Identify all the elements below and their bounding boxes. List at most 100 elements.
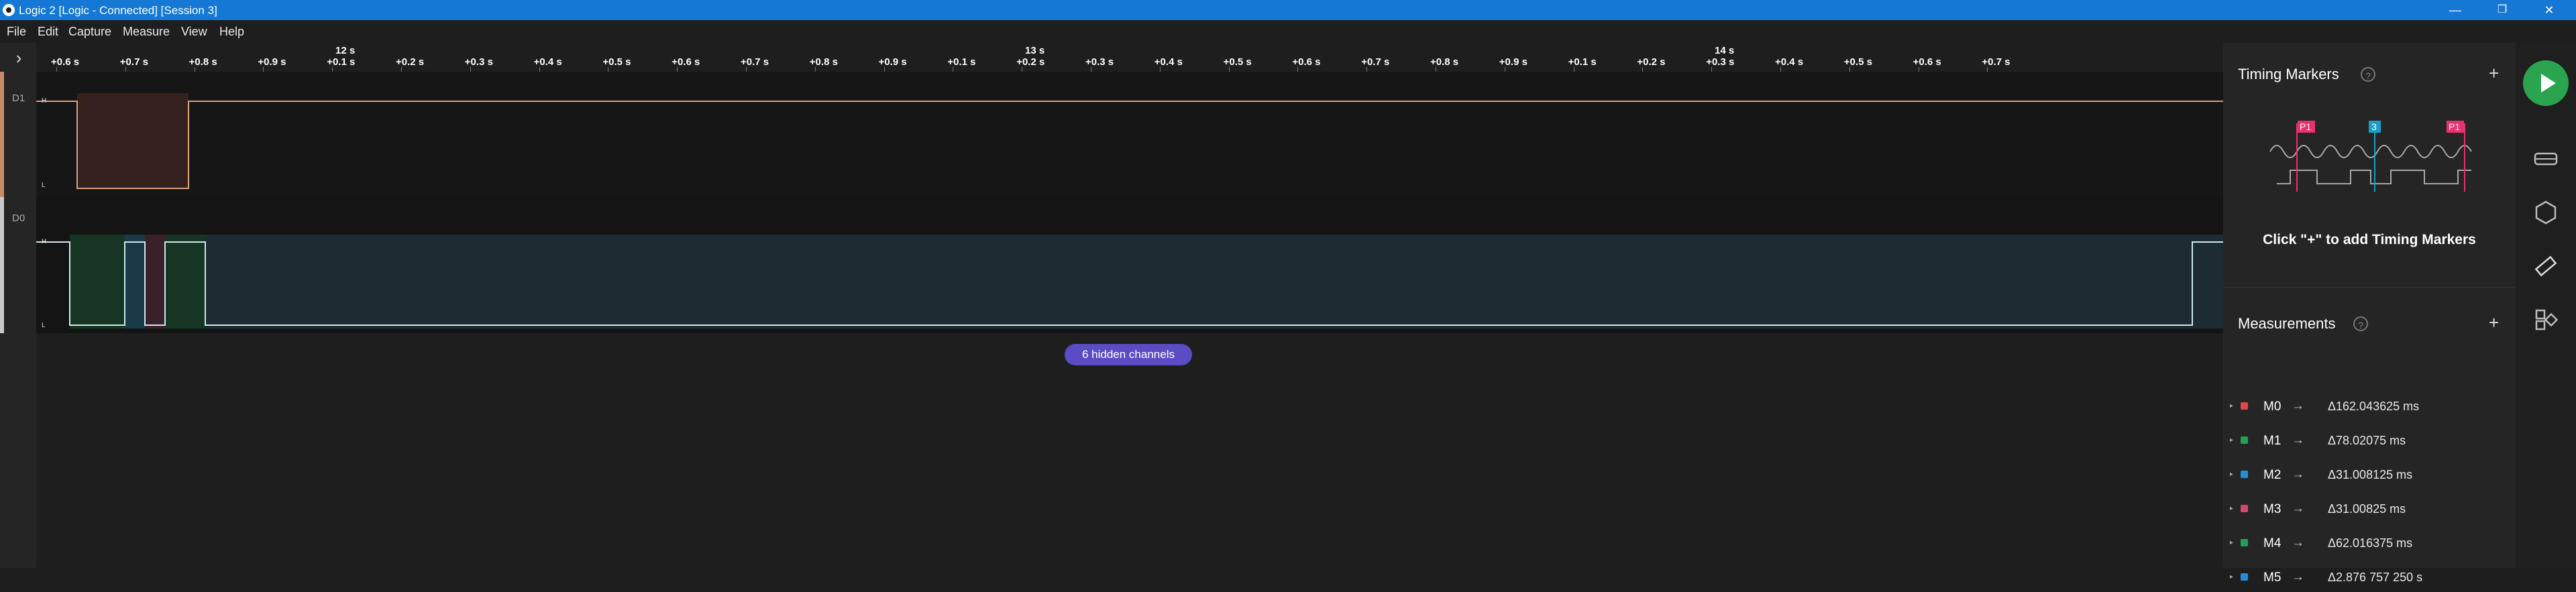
d0-measure-region-m3 (145, 235, 165, 329)
tick-mark (1642, 67, 1644, 72)
right-toolbar (2516, 43, 2576, 568)
measurement-color-swatch (2241, 573, 2248, 581)
tick-label: +0.8 s (1430, 56, 1459, 68)
tick-label: +0.9 s (1499, 56, 1527, 68)
tick-label: +0.2 s (396, 56, 425, 68)
measurement-color-swatch (2241, 436, 2248, 444)
menu-help[interactable]: Help (219, 25, 244, 39)
help-icon[interactable]: ? (2361, 67, 2375, 82)
window-title: Logic 2 [Logic - Connected] [Session 3] (19, 4, 217, 17)
panel-divider (2223, 287, 2516, 288)
measurement-name: M2 (2263, 468, 2282, 482)
tick-label: +0.1 s (947, 56, 976, 68)
d0-measure-region-m4 (165, 235, 205, 329)
hidden-channels-button[interactable]: 6 hidden channels (1065, 344, 1192, 365)
tick-label: +0.4 s (1775, 56, 1804, 68)
menu-bar: File Edit Capture Measure View Help (0, 20, 2576, 43)
arrow-icon: → (2292, 433, 2304, 447)
tick-label: +0.5 s (1223, 56, 1252, 68)
expand-caret-icon[interactable]: ▸ (2230, 505, 2233, 512)
channel-color-rail-d0 (0, 197, 4, 333)
tick-label: +0.6 s (1913, 56, 1941, 68)
channel-color-rail-d1 (0, 72, 4, 197)
measurement-row[interactable]: ▸ M4 → Δ62.016375 ms (2223, 531, 2516, 558)
tick-mark (470, 67, 471, 72)
start-capture-button[interactable] (2523, 60, 2569, 106)
tick-label: +0.5 s (1843, 56, 1872, 68)
tick-label: +0.7 s (1361, 56, 1390, 68)
close-button[interactable]: ✕ (2529, 0, 2569, 20)
measurement-color-swatch (2241, 471, 2248, 478)
measurement-value: Δ31.00825 ms (2328, 502, 2406, 516)
measurement-value: Δ78.02075 ms (2328, 434, 2406, 447)
measurement-value: Δ31.008125 ms (2328, 468, 2413, 481)
add-measurement-icon[interactable]: + (2489, 312, 2499, 333)
menu-edit[interactable]: Edit (38, 25, 58, 39)
measurement-value: Δ62.016375 ms (2328, 536, 2413, 550)
measurement-value: Δ162.043625 ms (2328, 400, 2420, 413)
measurement-row[interactable]: ▸ M3 → Δ31.00825 ms (2223, 497, 2516, 524)
waveform-plot[interactable]: H L H L (36, 72, 2223, 333)
d1-measure-region (77, 93, 189, 188)
help-icon[interactable]: ? (2353, 316, 2368, 331)
tick-mark (1780, 67, 1781, 72)
arrow-icon: → (2292, 501, 2304, 516)
timing-markers-illustration: P1 3 P1 (2269, 121, 2472, 192)
marker-flag-p1: P1 (2300, 121, 2311, 132)
measurement-value: Δ2.876 757 250 s (2328, 571, 2423, 584)
tick-label: +0.3 s (464, 56, 493, 68)
measurement-row[interactable]: ▸ M1 → Δ78.02075 ms (2223, 428, 2516, 455)
arrow-icon: → (2292, 467, 2304, 481)
d0-high-label: H (42, 238, 47, 245)
channel-label-d1[interactable]: D1 (12, 93, 25, 104)
layout-icon[interactable] (2532, 306, 2559, 333)
tick-label: +0.8 s (189, 56, 217, 68)
tick-label: +0.7 s (1982, 56, 2010, 68)
measurement-row[interactable]: ▸ M5 → Δ2.876 757 250 s (2223, 565, 2516, 592)
channel-label-d0[interactable]: D0 (12, 213, 25, 224)
arrow-icon: → (2292, 536, 2304, 550)
restore-button[interactable]: ❐ (2482, 0, 2522, 20)
d0-measure-region-m1 (70, 235, 125, 329)
expand-caret-icon[interactable]: ▸ (2230, 436, 2233, 444)
tick-mark (539, 67, 540, 72)
d0-measure-region-m2 (125, 235, 145, 329)
tick-mark (401, 67, 402, 72)
tick-mark (332, 67, 333, 72)
expand-caret-icon[interactable]: ▸ (2230, 539, 2233, 546)
timing-markers-hint: Click "+" to add Timing Markers (2263, 232, 2476, 247)
side-panel: Timing Markers ? + P1 3 P1 Click "+" to … (2223, 43, 2516, 585)
time-ruler[interactable]: 12 s 13 s 14 s +0.6 s +0.7 s +0.8 s +0.9 s +… (36, 43, 2223, 72)
measurement-row[interactable]: ▸ M2 → Δ31.008125 ms (2223, 463, 2516, 489)
menu-measure[interactable]: Measure (123, 25, 170, 39)
tick-label: +0.1 s (1568, 56, 1597, 68)
expand-sidebar-icon[interactable]: › (9, 48, 28, 67)
tick-label: +0.9 s (258, 56, 286, 68)
expand-caret-icon[interactable]: ▸ (2230, 573, 2233, 581)
measurement-name: M3 (2263, 502, 2282, 516)
expand-caret-icon[interactable]: ▸ (2230, 402, 2233, 410)
major-time-label: 14 s (1715, 45, 1735, 56)
tick-mark (814, 67, 816, 72)
measurement-row[interactable]: ▸ M0 → Δ162.043625 ms (2223, 394, 2516, 421)
extensions-icon[interactable] (2532, 199, 2559, 226)
add-timing-marker-icon[interactable]: + (2489, 63, 2499, 84)
arrow-icon: → (2292, 399, 2304, 413)
menu-view[interactable]: View (181, 25, 207, 39)
expand-caret-icon[interactable]: ▸ (2230, 471, 2233, 478)
d0-measure-region-m5 (70, 235, 2223, 329)
tick-mark (1849, 67, 1850, 72)
title-bar: Logic 2 [Logic - Connected] [Session 3] … (0, 0, 2576, 20)
ruler-icon[interactable] (2532, 253, 2559, 280)
menu-file[interactable]: File (7, 25, 26, 39)
tick-label: +0.1 s (327, 56, 356, 68)
major-time-label: 12 s (335, 45, 356, 56)
tick-label: +0.8 s (809, 56, 838, 68)
app-logo-icon (3, 4, 15, 16)
tick-label: +0.4 s (533, 56, 562, 68)
analyzers-icon[interactable] (2532, 145, 2559, 172)
minimize-button[interactable]: — (2435, 0, 2475, 20)
menu-capture[interactable]: Capture (68, 25, 111, 39)
tick-mark (1297, 67, 1299, 72)
tick-label: +0.6 s (1292, 56, 1321, 68)
